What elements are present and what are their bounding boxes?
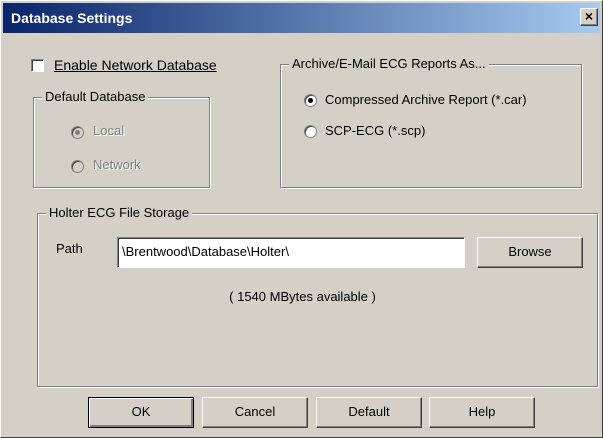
scp-ecg-label[interactable]: SCP-ECG (*.scp)	[325, 123, 425, 139]
archive-format-legend: Archive/E-Mail ECG Reports As...	[289, 56, 489, 72]
radio-selected-dot	[75, 130, 80, 135]
default-button[interactable]: Default	[316, 397, 422, 428]
network-radio[interactable]	[71, 160, 84, 173]
local-radio-label: Local	[93, 123, 125, 138]
default-database-legend: Default Database	[42, 89, 149, 105]
help-button[interactable]: Help	[429, 397, 535, 428]
available-space-text: ( 1540 MBytes available )	[229, 289, 376, 304]
default-database-group: Default Database	[33, 89, 210, 188]
title-bar[interactable]: Database Settings ×	[3, 3, 600, 33]
path-label: Path	[56, 241, 83, 256]
scp-ecg-radio[interactable]	[304, 125, 317, 138]
compressed-archive-radio[interactable]	[304, 94, 317, 107]
database-settings-dialog: Database Settings × Enable Network Datab…	[0, 0, 603, 438]
holter-storage-legend: Holter ECG File Storage	[46, 205, 193, 221]
network-radio-label: Network	[93, 157, 141, 172]
window-title: Database Settings	[11, 10, 133, 26]
path-input[interactable]: \Brentwood\Database\Holter\	[117, 237, 465, 268]
local-radio[interactable]	[71, 126, 84, 139]
radio-selected-dot	[308, 98, 313, 103]
cancel-button[interactable]: Cancel	[202, 397, 308, 428]
compressed-archive-label[interactable]: Compressed Archive Report (*.car)	[325, 92, 527, 108]
enable-network-checkbox[interactable]	[31, 59, 44, 72]
browse-button[interactable]: Browse	[477, 237, 583, 268]
close-icon: ×	[584, 8, 594, 24]
close-button[interactable]: ×	[580, 8, 598, 26]
enable-network-label[interactable]: Enable Network Database	[54, 57, 217, 73]
ok-button[interactable]: OK	[88, 397, 194, 428]
